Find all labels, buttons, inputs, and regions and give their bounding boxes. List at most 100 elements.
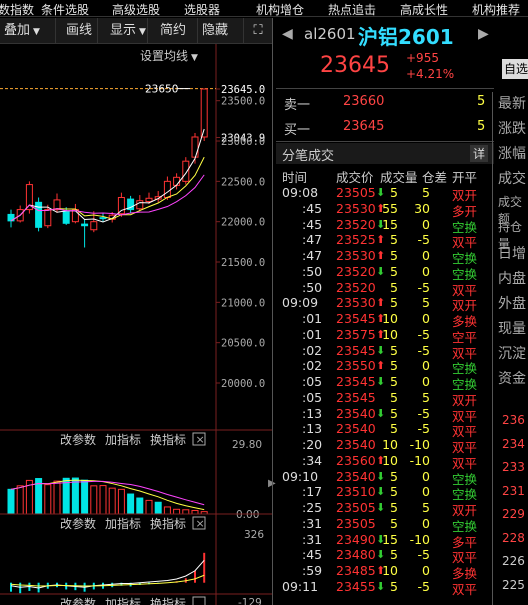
sub2-control[interactable]: 加指标 [105,516,141,531]
trade-row: :17 23510 ⬇ 5 0 空换 [280,484,490,502]
contract-code: al2601 [304,25,356,43]
trade-volume: 5 [390,248,398,263]
side-price-level: 234 [502,436,525,451]
sub3-control[interactable]: 改参数 [60,596,96,605]
trade-oi-change: 0 [422,484,430,500]
simple-mode-button[interactable]: 简约 [148,18,198,44]
side-label: 日增 [498,246,526,262]
bid-row: 买一 23645 5 [276,117,494,139]
sub2-control[interactable]: 换指标 [150,516,186,531]
trade-row: :02 23545 ⬇ 5 -5 双平 [280,342,490,361]
trade-time: :45 [302,200,323,216]
volume-bar [191,509,199,515]
prev-arrow-icon[interactable]: ◀ [282,26,293,42]
sub2-control[interactable]: 改参数 [60,516,96,531]
sub1-control[interactable]: 换指标 [150,432,186,447]
side-label: 沉淀 [498,346,526,362]
hide-button[interactable]: 隐藏▶▶ [198,18,244,63]
volume-bar [173,508,181,515]
volume-bar [136,497,144,515]
trade-price: 23540 [336,421,376,437]
trade-volume: 5 [390,358,398,374]
chart-toolbar: 叠加▼ 画线 显示▼ 简约 隐藏▶▶ ⛶ [0,18,272,63]
trade-time: :01 [302,326,323,342]
sub3-control[interactable]: 换指标 [150,596,186,605]
volume-bar [117,488,125,515]
add-watchlist-button[interactable]: 自选 [502,59,528,79]
candle-up [173,176,181,186]
menu-item-institution-add[interactable]: 机构增仓 [256,1,304,16]
candle-down [81,223,89,227]
trade-row: 09:08 23505 ⬇ 5 5 双开 [280,185,490,203]
candle-down [35,201,43,228]
trade-volume: 15 [382,531,398,547]
kline-chart[interactable]: 23645.023500.023043.923000.022500.022000… [0,44,272,605]
side-price-level: 228 [502,530,525,545]
trade-time: 09:08 [282,185,319,200]
header-volume: 成交量 [380,170,418,185]
trade-time: :47 [302,248,323,263]
overlay-button[interactable]: 叠加 ▼ [0,18,56,44]
sub1-control[interactable]: 加指标 [105,432,141,447]
menu-item-index[interactable]: 数指数 [0,1,34,16]
setting-ma-label[interactable]: 设置均线 ▼ [140,47,198,64]
close-icon[interactable]: × [196,433,205,446]
header-oi-change: 仓差 [422,170,448,185]
close-icon[interactable]: × [196,517,205,530]
candle-up [182,160,190,182]
volume-bar [127,493,135,515]
price-change-pct: +4.21% [406,67,455,81]
trade-row: :02 23550 ⬆ 5 0 空换 [280,358,490,376]
axis-label: 23000.0 [221,136,265,148]
trade-oi-change: 0 [422,563,430,578]
volume-bar [44,484,52,515]
candle-up [117,196,125,215]
trade-volume: 55 [382,200,398,216]
menu-item-institution-recommend[interactable]: 机构推荐 [472,1,520,16]
next-arrow-icon[interactable]: ▶ [478,26,489,42]
fullscreen-icon[interactable]: ⛶ [244,18,272,44]
menu-item-hot-track[interactable]: 热点追击 [328,1,376,16]
sub1-control[interactable]: 改参数 [60,432,96,447]
candle-up [145,197,153,203]
menu-item-condition-pick[interactable]: 条件选股 [41,1,89,16]
trade-price: 23480 [336,547,376,563]
sub3-control[interactable]: 加指标 [105,596,141,605]
contract-name: 沪铝2601 [358,25,454,49]
trade-oi-change: -5 [417,342,430,358]
axis-label: 23645.0 [221,84,265,96]
close-icon[interactable] [192,596,206,605]
draw-line-button[interactable]: 画线 [56,18,98,44]
trade-row: :47 23525 ⬆ 5 -5 双平 [280,232,490,250]
candle-up [53,199,61,211]
down-arrow-icon: ⬇ [376,406,386,420]
trade-price: 23550 [336,358,376,374]
side-price-level: 231 [502,483,525,498]
ask-price: 23660 [343,94,385,109]
trade-price: 23540 [336,405,376,421]
menu-item-stock-picker[interactable]: 选股器 [184,1,220,16]
side-label: 现量 [498,321,526,337]
trade-time: 09:09 [282,295,319,311]
trade-oi-change: -5 [417,405,430,421]
trade-volume: 5 [390,484,398,500]
trade-volume: 5 [390,547,398,563]
menu-item-high-growth[interactable]: 高成长性 [400,1,448,16]
trade-oi-change: -10 [409,452,430,468]
side-label: 外盘 [498,296,526,312]
side-price-level: 225 [502,577,525,592]
trade-row: :05 23545 ⬇ 5 0 空换 [280,374,490,392]
axis-label: 21000.0 [221,297,265,309]
display-button[interactable]: 显示 ▼ [98,18,148,44]
trade-time: :50 [302,279,323,295]
trade-time: :13 [302,421,323,437]
menu-item-advanced-pick[interactable]: 高级选股 [112,1,160,16]
trade-price: 23540 [336,437,376,452]
ask-label: 卖一 [284,98,311,113]
divider [272,18,273,605]
down-arrow-icon: ⬇ [376,579,386,593]
trade-price: 23505 [336,515,376,531]
trade-volume: 10 [382,452,398,468]
trade-price: 23505 [336,185,376,200]
trades-detail-button[interactable]: 详 [470,145,488,162]
